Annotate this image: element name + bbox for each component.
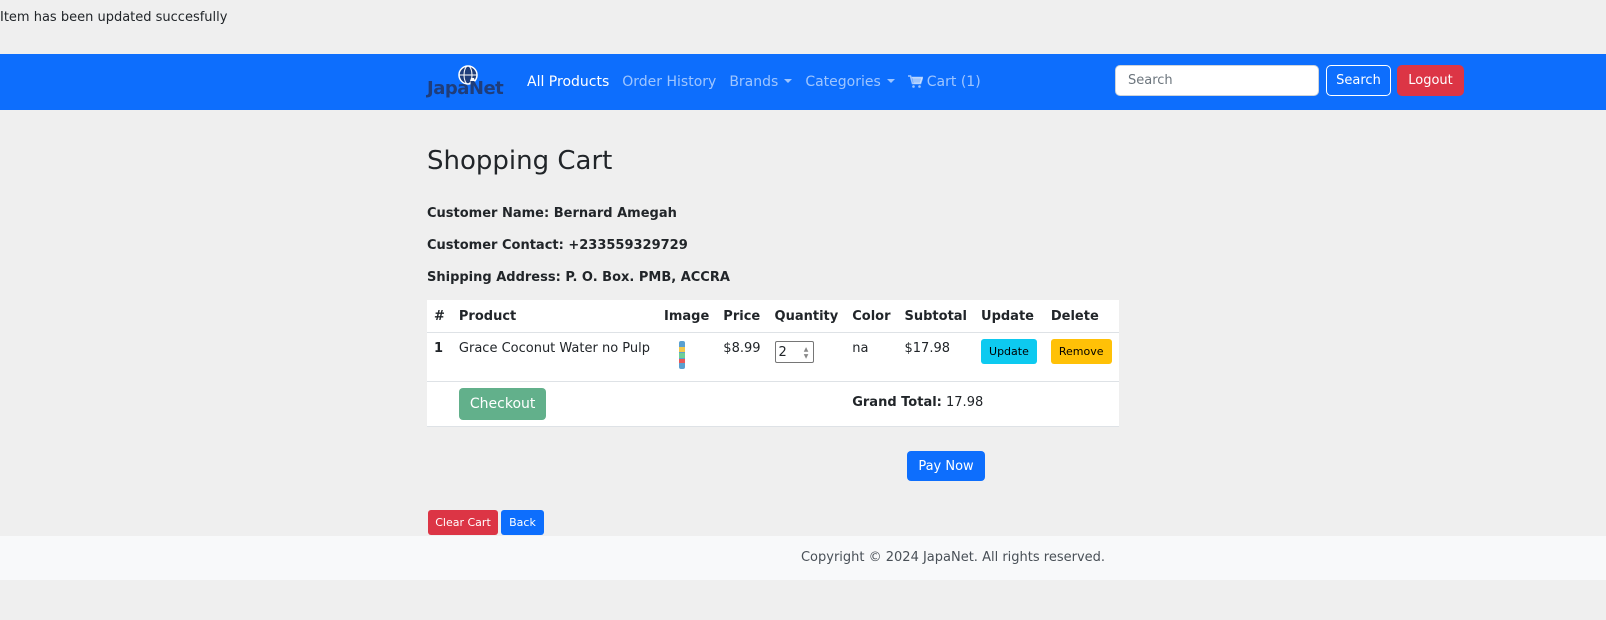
spinner-arrows-icon[interactable]: ▲ ▼ [803,346,810,360]
checkout-cell: Checkout [451,381,658,427]
flash-message: Item has been updated succesfully [0,10,228,25]
cell-quantity: 2 ▲ ▼ [767,332,846,382]
cell-update: Update [974,332,1044,382]
remove-button[interactable]: Remove [1050,339,1112,364]
brand-logo[interactable]: JapaNet [427,62,509,104]
nav-all-products[interactable]: All Products [527,74,609,90]
header-product: Product [451,300,658,333]
product-can-icon[interactable] [678,341,686,369]
logout-button[interactable]: Logout [1397,65,1464,96]
cart-table: # Product Image Price Quantity Color Sub… [427,300,1119,427]
clear-cart-button[interactable]: Clear Cart [428,510,498,535]
cell-number: 1 [427,332,452,382]
grand-total-label: Grand Total: [852,395,942,410]
nav-brands-dropdown[interactable]: Brands [729,74,793,90]
chevron-down-icon [784,79,793,83]
footer: Copyright © 2024 JapaNet. All rights res… [0,536,1606,580]
nav-cart[interactable]: Cart (1) [907,74,981,90]
customer-contact: Customer Contact: +233559329729 [427,238,688,253]
nav-cart-label: Cart (1) [926,74,981,90]
cell-price: $8.99 [716,332,768,382]
header-subtotal: Subtotal [897,300,975,333]
quantity-value: 2 [778,345,787,360]
grand-total: Grand Total: 17.98 [845,381,1119,427]
header-delete: Delete [1043,300,1119,333]
header-price: Price [716,300,768,333]
nav-links: All Products Order History Brands Catego… [527,54,994,110]
navbar: JapaNet All Products Order History Brand… [0,54,1606,110]
update-button[interactable]: Update [981,339,1037,364]
grand-total-value: 17.98 [946,395,984,410]
table-row: 1 Grace Coconut Water no Pulp $8.99 2 ▲ ▼… [427,332,1119,382]
page-title: Shopping Cart [427,146,613,176]
nav-categories-dropdown[interactable]: Categories [805,74,895,90]
cell-product: Grace Coconut Water no Pulp [451,332,658,382]
header-image: Image [657,300,717,333]
brand-name: JapaNet [427,78,504,99]
cell-image [657,332,717,382]
header-update: Update [974,300,1044,333]
header-number: # [427,300,452,333]
shipping-address: Shipping Address: P. O. Box. PMB, ACCRA [427,270,730,285]
nav-categories-label: Categories [805,74,881,90]
header-color: Color [845,300,898,333]
chevron-down-icon [886,79,895,83]
total-row: Checkout Grand Total: 17.98 [427,381,1119,427]
nav-brands-label: Brands [729,74,779,90]
cart-icon [907,75,923,88]
table-header-row: # Product Image Price Quantity Color Sub… [427,300,1119,333]
cell-delete: Remove [1043,332,1119,382]
quantity-stepper[interactable]: 2 ▲ ▼ [774,341,814,363]
customer-name: Customer Name: Bernard Amegah [427,206,677,221]
nav-order-history[interactable]: Order History [622,74,716,90]
copyright-text: Copyright © 2024 JapaNet. All rights res… [800,550,1106,565]
cell-color: na [845,332,898,382]
search-input[interactable] [1115,65,1319,96]
checkout-button[interactable]: Checkout [458,388,547,420]
search-button[interactable]: Search [1326,65,1391,96]
header-quantity: Quantity [767,300,846,333]
pay-now-button[interactable]: Pay Now [907,451,985,481]
back-button[interactable]: Back [501,510,544,535]
cell-subtotal: $17.98 [897,332,975,382]
